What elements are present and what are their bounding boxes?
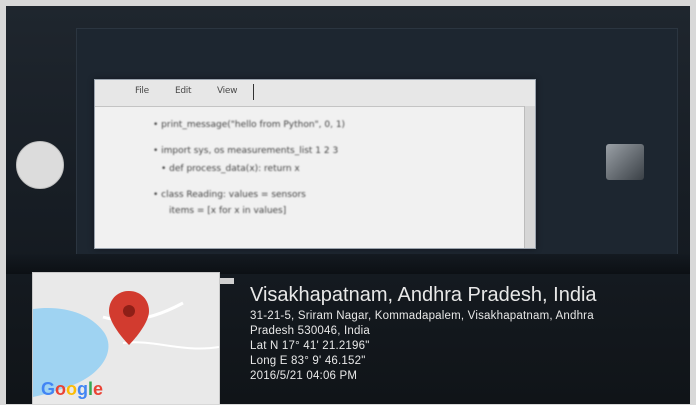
shutter-button[interactable]	[16, 141, 64, 189]
photo-frame: File Edit View • print_message("hello fr…	[6, 6, 690, 404]
map-thumbnail[interactable]: Google	[32, 272, 220, 404]
address-line: 31-21-5, Sriram Nagar, Kommadapalem, Vis…	[250, 310, 594, 322]
editor-scrollbar[interactable]	[524, 106, 535, 248]
location-info: Visakhapatnam, Andhra Pradesh, India 31-…	[250, 284, 597, 382]
text-cursor	[253, 84, 254, 100]
location-title: Visakhapatnam, Andhra Pradesh, India	[250, 284, 597, 306]
code-line: • import sys, os measurements_list 1 2 3	[153, 146, 339, 156]
editor-content: • print_message("hello from Python", 0, …	[95, 106, 535, 248]
map-graphic: Google	[33, 273, 219, 404]
menu-item-view[interactable]: View	[217, 86, 237, 96]
latitude: Lat N 17° 41' 21.2196"	[250, 340, 370, 352]
code-line: • class Reading: values = sensors	[153, 190, 306, 200]
editor-window: File Edit View • print_message("hello fr…	[94, 79, 536, 249]
editor-toolbar: File Edit View	[95, 80, 535, 107]
webcam-thumbnail	[606, 144, 644, 180]
timestamp: 2016/5/21 04:06 PM	[250, 370, 358, 382]
code-line: items = [x for x in values]	[169, 206, 287, 216]
thumbnail-marker	[220, 278, 234, 284]
taskbar	[6, 254, 690, 274]
code-line: • def process_data(x): return x	[161, 164, 300, 174]
code-line: • print_message("hello from Python", 0, …	[153, 120, 346, 130]
menu-item-file[interactable]: File	[135, 86, 149, 96]
google-logo: Google	[41, 379, 103, 399]
longitude: Long E 83° 9' 46.152"	[250, 355, 366, 367]
menu-item-edit[interactable]: Edit	[175, 86, 192, 96]
address-line: Pradesh 530046, India	[250, 325, 370, 337]
